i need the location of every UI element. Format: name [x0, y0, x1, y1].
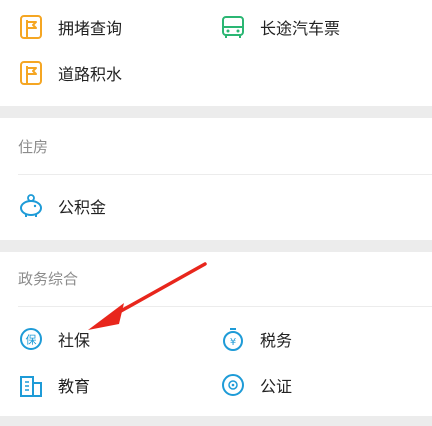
tax-icon: ¥ [220, 326, 246, 352]
section-title: 政务综合 [18, 270, 79, 288]
bus-icon [220, 14, 246, 40]
government-card: 政务综合 保 社保 ¥ 税务 教育 公证 [0, 252, 432, 416]
service-item-traffic-query[interactable]: 拥堵查询 [18, 14, 122, 40]
housing-card: 住房 公积金 [0, 118, 432, 240]
building-icon [18, 372, 44, 398]
service-label: 公积金 [58, 198, 107, 217]
notary-icon [220, 372, 246, 398]
traffic-sign-icon [18, 14, 44, 40]
service-label: 教育 [58, 377, 91, 396]
service-item-housing-fund[interactable]: 公积金 [18, 193, 106, 219]
service-label: 拥堵查询 [58, 19, 123, 38]
service-item-notary[interactable]: 公证 [220, 372, 292, 398]
transport-card: 拥堵查询 长途汽车票 道路积水 [0, 0, 432, 106]
service-label: 社保 [58, 331, 91, 350]
svg-text:¥: ¥ [230, 337, 236, 348]
service-item-education[interactable]: 教育 [18, 372, 90, 398]
service-label: 长途汽车票 [260, 19, 341, 38]
service-item-road-flooding[interactable]: 道路积水 [18, 60, 122, 86]
service-label: 税务 [260, 331, 293, 350]
section-title: 住房 [18, 138, 49, 156]
service-item-tax[interactable]: ¥ 税务 [220, 326, 292, 352]
section-divider [18, 306, 432, 307]
service-label: 道路积水 [58, 65, 123, 84]
piggy-bank-icon [18, 193, 44, 219]
svg-text:保: 保 [26, 333, 37, 347]
section-divider [18, 174, 432, 175]
service-label: 公证 [260, 377, 293, 396]
social-security-icon: 保 [18, 326, 44, 352]
traffic-sign-icon [18, 60, 44, 86]
service-item-social-security[interactable]: 保 社保 [18, 326, 90, 352]
service-item-long-distance-bus[interactable]: 长途汽车票 [220, 14, 340, 40]
